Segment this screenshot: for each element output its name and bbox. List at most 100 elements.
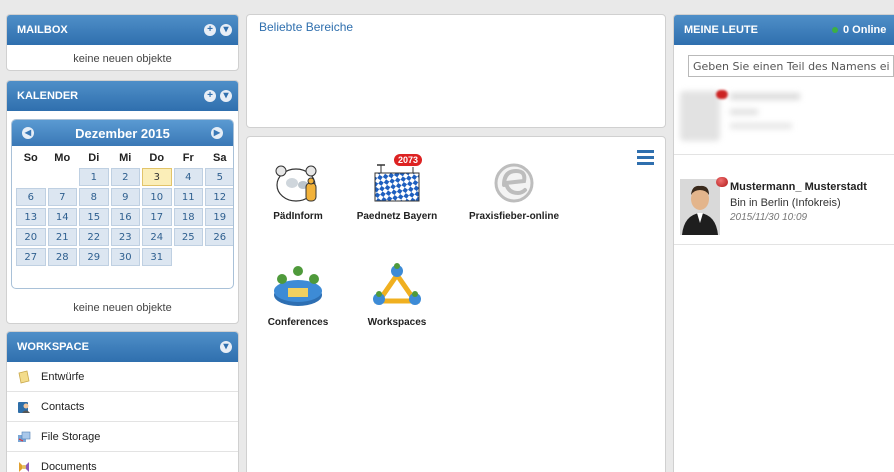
- online-status-icon: [832, 27, 838, 33]
- calendar-day[interactable]: 19: [205, 208, 233, 226]
- app-paednetz-bayern[interactable]: 2073 Paednetz Bayern: [351, 153, 443, 222]
- calendar-title: KALENDER: [17, 90, 79, 102]
- contact-status: Bin in Berlin (Infokreis): [730, 197, 841, 209]
- app-label: Workspaces: [367, 317, 427, 328]
- calendar-empty-cell: [16, 168, 46, 186]
- calendar-day[interactable]: 11: [173, 188, 203, 206]
- calendar-empty-cell: [48, 168, 78, 186]
- hamburger-menu-icon[interactable]: [637, 150, 654, 165]
- praxisfieber-icon: [494, 163, 534, 203]
- calendar-day-today[interactable]: 3: [142, 168, 172, 186]
- mailbox-panel: MAILBOX + ▾ keine neuen objekte: [6, 14, 239, 71]
- calendar-weekday: Fr: [182, 152, 194, 164]
- mailbox-title: MAILBOX: [17, 24, 68, 36]
- app-label: Paednetz Bayern: [356, 211, 438, 222]
- calendar-day[interactable]: 29: [79, 248, 109, 266]
- add-icon[interactable]: +: [204, 24, 216, 36]
- notification-badge: 2073: [393, 153, 424, 167]
- calendar-day[interactable]: 27: [16, 248, 46, 266]
- calendar-day[interactable]: 16: [110, 208, 140, 226]
- app-conferences[interactable]: Conferences: [263, 261, 333, 328]
- file-storage-icon: [18, 431, 31, 442]
- calendar-header[interactable]: KALENDER + ▾: [7, 81, 238, 111]
- calendar-day[interactable]: 6: [16, 188, 46, 206]
- next-month-icon[interactable]: ▶: [211, 127, 223, 139]
- status-dot-icon: [716, 90, 728, 99]
- favorites-panel: Beliebte Bereiche: [246, 14, 666, 128]
- app-label: PädInform: [273, 211, 323, 222]
- calendar-weekday: Do: [149, 152, 165, 164]
- workspace-item-contacts[interactable]: Contacts: [7, 392, 238, 422]
- add-icon[interactable]: +: [204, 90, 216, 102]
- calendar-day[interactable]: 14: [47, 208, 77, 226]
- calendar-month-bar: ◀ Dezember 2015 ▶: [12, 120, 233, 146]
- mailbox-empty-note: keine neuen objekte: [73, 53, 172, 65]
- documents-icon: [19, 461, 29, 472]
- calendar-empty-cell: [174, 248, 204, 266]
- calendar-weekday: Mo: [54, 152, 71, 164]
- workspace-item-label: Documents: [41, 460, 97, 472]
- people-search-input[interactable]: [688, 55, 894, 77]
- avatar: [680, 179, 720, 235]
- calendar-day[interactable]: 9: [110, 188, 140, 206]
- mailbox-header[interactable]: MAILBOX + ▾: [7, 15, 238, 45]
- app-workspaces[interactable]: Workspaces: [351, 261, 443, 328]
- calendar-day[interactable]: 10: [142, 188, 172, 206]
- workspaces-icon: [373, 263, 421, 305]
- calendar-day[interactable]: 1: [79, 168, 109, 186]
- calendar-month-label: Dezember 2015: [75, 125, 170, 141]
- calendar-panel: KALENDER + ▾ ◀ Dezember 2015 ▶ So Mo Di Mi D…: [6, 80, 239, 324]
- app-paedinform[interactable]: PädInform: [263, 159, 333, 222]
- calendar-day[interactable]: 4: [173, 168, 203, 186]
- calendar-weekday: So: [23, 152, 38, 164]
- people-header[interactable]: MEINE LEUTE 0 Online: [674, 15, 894, 45]
- calendar-day[interactable]: 24: [142, 228, 172, 246]
- contact-row[interactable]: Mustermann_ Musterstadt Bin in Berlin (I…: [674, 173, 894, 245]
- calendar-day[interactable]: 22: [79, 228, 109, 246]
- calendar-day[interactable]: 8: [79, 188, 109, 206]
- workspace-item-label: Contacts: [41, 400, 85, 413]
- workspace-panel: WORKSPACE ▾ Entwürfe Contacts File Stora…: [6, 331, 239, 472]
- calendar-day[interactable]: 21: [47, 228, 77, 246]
- calendar-day[interactable]: 15: [79, 208, 109, 226]
- conferences-icon: [274, 266, 322, 306]
- blurred-contact-row[interactable]: [674, 83, 894, 155]
- calendar-day[interactable]: 26: [205, 228, 233, 246]
- app-label: Conferences: [267, 317, 329, 328]
- calendar-day[interactable]: 31: [142, 248, 172, 266]
- calendar-empty-note: keine neuen objekte: [73, 302, 172, 314]
- app-label: Praxisfieber-online: [468, 211, 560, 222]
- prev-month-icon[interactable]: ◀: [22, 127, 34, 139]
- calendar-day[interactable]: 23: [110, 228, 140, 246]
- calendar-day[interactable]: 2: [110, 168, 140, 186]
- workspace-item-documents[interactable]: Documents: [7, 452, 238, 472]
- calendar-day[interactable]: 28: [47, 248, 77, 266]
- people-panel: MEINE LEUTE 0 Online Mustermann_ Musters…: [673, 14, 894, 472]
- calendar-day[interactable]: 17: [142, 208, 172, 226]
- apps-panel: PädInform 2073 Paednetz Bayern Praxisfie…: [246, 136, 666, 472]
- workspace-item-label: File Storage: [41, 430, 101, 443]
- calendar-day[interactable]: 20: [16, 228, 46, 246]
- calendar-day[interactable]: 18: [173, 208, 203, 226]
- calendar-grid: So Mo Di Mi Do Fr Sa 1 2 3 4 5 6 7 8 9 10 11 12 13 14 15 16 17 1…: [12, 146, 233, 266]
- workspace-header[interactable]: WORKSPACE ▾: [7, 332, 238, 362]
- calendar-day[interactable]: 13: [16, 208, 46, 226]
- contact-timestamp: 2015/11/30 10:09: [730, 212, 808, 223]
- workspace-item-drafts[interactable]: Entwürfe: [7, 362, 238, 392]
- workspace-item-label: Entwürfe: [41, 370, 85, 383]
- contacts-icon: [18, 401, 30, 413]
- calendar-day[interactable]: 25: [173, 228, 203, 246]
- calendar-day[interactable]: 5: [205, 168, 233, 186]
- calendar-day[interactable]: 7: [47, 188, 77, 206]
- favorites-title: Beliebte Bereiche: [259, 20, 354, 34]
- calendar-day[interactable]: 30: [110, 248, 140, 266]
- workspace-item-file-storage[interactable]: File Storage: [7, 422, 238, 452]
- calendar-weekday: Sa: [213, 152, 227, 164]
- app-praxisfieber-online[interactable]: Praxisfieber-online: [459, 159, 569, 222]
- online-count: 0 Online: [832, 24, 886, 36]
- chevron-down-icon[interactable]: ▾: [220, 24, 232, 36]
- chevron-down-icon[interactable]: ▾: [220, 341, 232, 353]
- calendar-empty-cell: [205, 248, 233, 266]
- calendar-day[interactable]: 12: [205, 188, 233, 206]
- chevron-down-icon[interactable]: ▾: [220, 90, 232, 102]
